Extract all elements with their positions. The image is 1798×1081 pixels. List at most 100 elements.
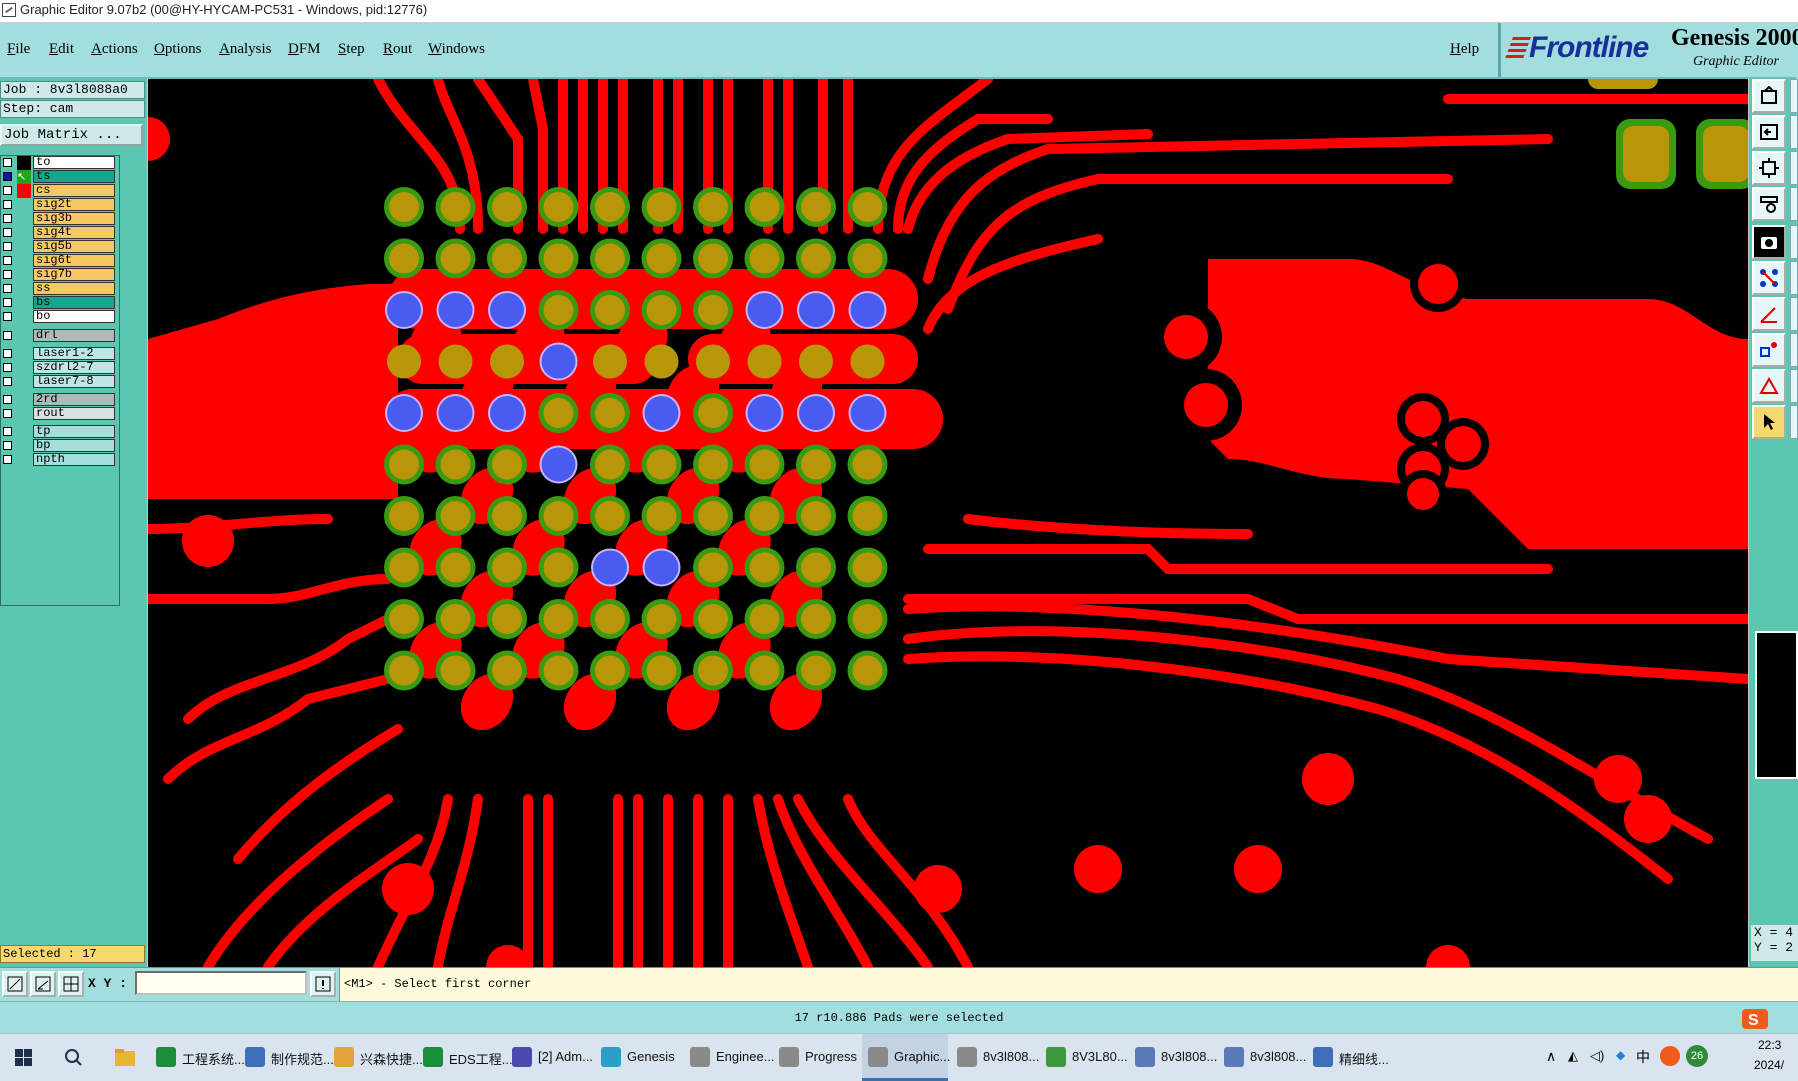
layer-checkbox[interactable] <box>3 409 12 418</box>
network-icon[interactable]: ◭ <box>1568 1048 1578 1064</box>
selected-pad[interactable] <box>593 550 627 585</box>
search-icon[interactable] <box>50 1034 96 1081</box>
bga-pad[interactable] <box>644 344 679 379</box>
bga-pad[interactable] <box>799 344 833 379</box>
layer-checkbox[interactable] <box>3 331 12 340</box>
select-line-icon[interactable] <box>30 971 56 997</box>
bga-pad[interactable] <box>440 552 471 583</box>
bga-pad[interactable] <box>543 243 574 274</box>
menu-options[interactable]: Options <box>154 41 202 58</box>
menu-edit[interactable]: Edit <box>49 41 74 58</box>
bga-pad[interactable] <box>543 655 574 686</box>
layer-row-bp[interactable]: bp <box>1 439 117 453</box>
taskbar-app[interactable]: Graphic... <box>862 1034 950 1081</box>
bga-pad[interactable] <box>389 243 419 274</box>
bga-pad[interactable] <box>852 501 883 531</box>
snap-icon[interactable] <box>1752 333 1786 367</box>
layer-settings-icon[interactable] <box>1752 187 1786 221</box>
bga-pad[interactable] <box>646 604 677 634</box>
bga-pad[interactable] <box>698 655 728 686</box>
bga-pad[interactable] <box>438 344 473 379</box>
bga-pad[interactable] <box>543 192 574 222</box>
layer-checkbox[interactable] <box>3 363 12 372</box>
job-matrix-button[interactable]: Job Matrix ... <box>0 124 143 146</box>
selected-pad[interactable] <box>541 447 576 482</box>
menu-rout[interactable]: Rout <box>383 41 412 58</box>
layer-checkbox[interactable] <box>3 242 12 251</box>
layer-checkbox[interactable] <box>3 270 12 279</box>
pointer-tool-icon[interactable] <box>1752 405 1786 439</box>
selected-pad[interactable] <box>850 293 885 327</box>
layer-row-szdrl2-7[interactable]: szdrl2-7 <box>1 361 117 375</box>
bga-pad[interactable] <box>387 344 421 379</box>
layer-row-ts[interactable]: ↖ ts <box>1 170 117 184</box>
bga-pad[interactable] <box>747 344 782 379</box>
ime-indicator[interactable]: S <box>1740 1007 1798 1031</box>
bga-pad[interactable] <box>852 552 883 583</box>
bga-pad[interactable] <box>492 655 522 686</box>
taskbar-app[interactable]: Enginee... <box>684 1034 775 1081</box>
menu-step[interactable]: Step <box>338 41 365 58</box>
zoom-home-icon[interactable] <box>1752 79 1786 113</box>
selected-pad[interactable] <box>799 396 833 430</box>
layer-checkbox[interactable] <box>3 349 12 358</box>
bga-pad[interactable] <box>543 552 574 583</box>
select-area-icon[interactable] <box>2 971 28 997</box>
layer-row-sig3b[interactable]: sig3b <box>1 212 117 226</box>
selected-pad[interactable] <box>387 293 421 327</box>
layer-row-sig6t[interactable]: sig6t <box>1 254 117 268</box>
bga-pad[interactable] <box>852 604 883 634</box>
selected-pad[interactable] <box>541 344 576 379</box>
info-icon[interactable] <box>310 971 336 997</box>
bga-pad[interactable] <box>492 604 522 634</box>
pcb-drawing[interactable] <box>148 79 1748 967</box>
bga-pad[interactable] <box>440 604 471 634</box>
layer-checkbox[interactable] <box>3 455 12 464</box>
layer-row-laser7-8[interactable]: laser7-8 <box>1 375 117 389</box>
layer-row-bo[interactable]: bo <box>1 310 117 324</box>
taskbar-app[interactable]: Progress <box>773 1034 859 1081</box>
taskbar-app[interactable]: 制作规范... <box>239 1034 334 1081</box>
zoom-back-icon[interactable] <box>1752 115 1786 149</box>
xy-input[interactable] <box>135 971 307 995</box>
bga-pad[interactable] <box>543 398 574 428</box>
layer-row-sig5b[interactable]: sig5b <box>1 240 117 254</box>
taskbar-app[interactable]: Genesis <box>595 1034 681 1081</box>
layer-row-bs[interactable]: bs <box>1 296 117 310</box>
layer-checkbox[interactable] <box>3 377 12 386</box>
bga-pad[interactable] <box>801 501 831 531</box>
bga-pad[interactable] <box>801 604 831 634</box>
bga-pad[interactable] <box>749 501 780 531</box>
bga-pad[interactable] <box>801 243 831 274</box>
bga-pad[interactable] <box>801 192 831 222</box>
bga-pad[interactable] <box>801 552 831 583</box>
start-button[interactable] <box>0 1034 46 1081</box>
bga-pad[interactable] <box>492 449 522 480</box>
bga-pad[interactable] <box>440 655 471 686</box>
bga-pad[interactable] <box>595 449 625 480</box>
bga-pad[interactable] <box>698 604 728 634</box>
bga-pad[interactable] <box>492 552 522 583</box>
bga-pad[interactable] <box>698 398 728 428</box>
selected-pad[interactable] <box>438 293 473 327</box>
layer-checkbox[interactable] <box>3 312 12 321</box>
bga-pad[interactable] <box>852 243 883 274</box>
layer-row-ss[interactable]: ss <box>1 282 117 296</box>
taskbar-app[interactable]: 兴森快捷... <box>328 1034 423 1081</box>
bga-pad[interactable] <box>852 655 883 686</box>
taskbar-app[interactable]: 工程系统... <box>150 1034 245 1081</box>
overview-window[interactable] <box>1755 631 1798 779</box>
bga-pad[interactable] <box>389 604 419 634</box>
bga-pad[interactable] <box>543 604 574 634</box>
bga-pad[interactable] <box>543 295 574 325</box>
bga-pad[interactable] <box>801 655 831 686</box>
menu-windows[interactable]: Windows <box>428 41 485 58</box>
menu-analysis[interactable]: Analysis <box>219 41 272 58</box>
bga-pad[interactable] <box>595 192 625 222</box>
bga-pad[interactable] <box>492 192 522 222</box>
clock-date[interactable]: 2024/ <box>1754 1058 1784 1072</box>
bga-pad[interactable] <box>698 243 728 274</box>
bga-pad[interactable] <box>440 243 471 274</box>
bga-pad[interactable] <box>749 449 780 480</box>
bga-pad[interactable] <box>749 243 780 274</box>
